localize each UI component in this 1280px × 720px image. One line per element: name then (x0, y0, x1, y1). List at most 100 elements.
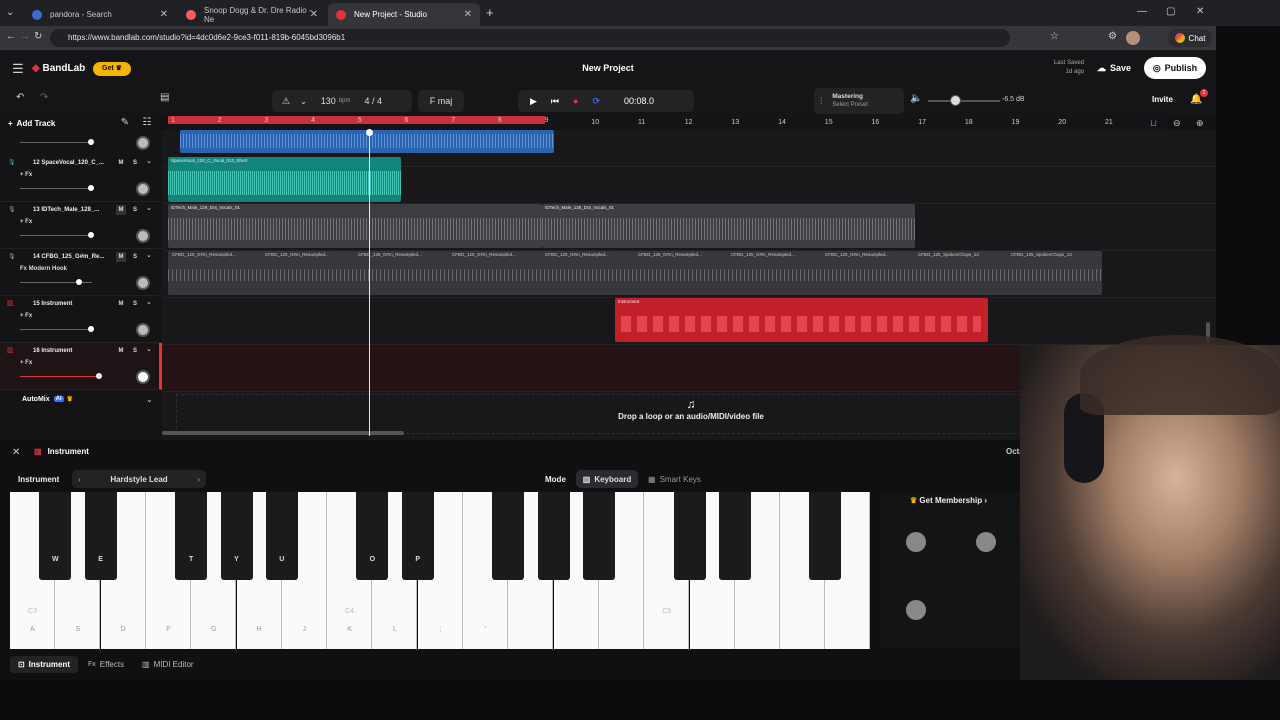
pan-knob[interactable] (136, 276, 150, 290)
tab-pandora[interactable]: pandora - Search ✕ (24, 3, 176, 26)
get-button[interactable]: Get ♛ (93, 62, 131, 76)
bookmark-star-icon[interactable]: ☆ (1050, 31, 1059, 42)
keyboard-mode-button[interactable]: ▥ Keyboard (576, 470, 638, 488)
piano-black-key[interactable]: O (356, 492, 389, 580)
close-tab-icon[interactable]: ✕ (464, 9, 472, 20)
solo-button[interactable]: S (130, 346, 140, 356)
tab-studio[interactable]: New Project - Studio ✕ (328, 3, 480, 26)
close-tab-icon[interactable]: ✕ (160, 9, 168, 20)
playhead[interactable] (369, 130, 370, 436)
add-track-button[interactable]: + Add Track (8, 116, 106, 130)
solo-button[interactable]: S (130, 252, 140, 262)
pan-knob[interactable] (136, 229, 150, 243)
back-icon[interactable]: ← (6, 31, 16, 42)
piano-black-key[interactable] (718, 492, 751, 580)
midi-clip[interactable]: Instrument (615, 298, 988, 342)
track-name[interactable]: 13 IDTech_Male_128_... (33, 207, 99, 213)
slider-thumb[interactable] (88, 232, 94, 238)
record-icon[interactable]: ● (573, 96, 578, 106)
zoom-out-icon[interactable]: ⊖ (1173, 118, 1181, 129)
chevron-right-icon[interactable]: › (197, 475, 200, 484)
piano-black-key[interactable] (809, 492, 842, 580)
piano-black-key[interactable]: E (84, 492, 117, 580)
automix-row[interactable]: AutoMix AI ♛ (22, 395, 73, 404)
close-window-icon[interactable]: ✕ (1196, 6, 1204, 17)
synth-knob[interactable] (976, 532, 996, 552)
chat-button[interactable]: Chat (1168, 29, 1212, 47)
new-tab-icon[interactable]: + (486, 5, 494, 20)
chevron-down-icon[interactable]: ⌄ (146, 345, 152, 353)
invite-button[interactable]: Invite (1152, 95, 1173, 104)
fx-button[interactable]: + Fx (20, 313, 32, 319)
redo-icon[interactable]: ↷ (40, 92, 48, 103)
publish-button[interactable]: ◎ Publish (1144, 57, 1206, 79)
get-membership-link[interactable]: ♛ Get Membership › (910, 496, 987, 505)
horizontal-scrollbar[interactable] (162, 431, 404, 435)
fx-button[interactable]: Fx Modern Hook (20, 266, 67, 272)
track-name[interactable]: 14 CFBG_125_G#m_Re... (33, 254, 104, 260)
loop-region[interactable] (168, 116, 545, 124)
tab-snoop[interactable]: Snoop Dogg & Dr. Dre Radio - Ne ✕ (178, 3, 326, 26)
track-name[interactable]: 15 Instrument (33, 301, 72, 307)
piano-black-key[interactable] (673, 492, 706, 580)
fx-button[interactable]: + Fx (20, 219, 32, 225)
solo-button[interactable]: S (130, 205, 140, 215)
tab-instrument[interactable]: ⊡ Instrument (10, 656, 78, 673)
piano-black-key[interactable] (492, 492, 525, 580)
bandlab-logo[interactable]: ◆ BandLab (32, 63, 85, 74)
zoom-in-icon[interactable]: ⊕ (1196, 118, 1204, 129)
mute-button[interactable]: M (116, 299, 126, 309)
pan-knob[interactable] (136, 370, 150, 384)
track-row-16[interactable]: ▥ 16 Instrument + Fx M S ⌄ (0, 343, 162, 390)
piano-black-key[interactable]: T (175, 492, 208, 580)
volume-slider[interactable] (20, 235, 92, 236)
chevron-down-icon[interactable]: ⌄ (146, 251, 152, 259)
metronome-icon[interactable]: ⚠ (282, 96, 290, 107)
solo-button[interactable]: S (130, 158, 140, 168)
piano-black-key[interactable]: Y (220, 492, 253, 580)
reload-icon[interactable]: ↻ (34, 31, 42, 42)
fx-button[interactable]: + Fx (20, 360, 32, 366)
audio-clip[interactable]: IDTech_Male_128_Dot_Vocals_01 (168, 204, 542, 248)
track-slider[interactable] (20, 142, 92, 143)
tab-effects[interactable]: Fx Effects (88, 656, 124, 673)
mute-button[interactable]: M (116, 158, 126, 168)
timeline-ruler[interactable]: 1 2 3 4 5 6 7 8 9 10 11 12 13 14 15 16 17 18 19 20 21 (168, 116, 1168, 130)
playhead-marker[interactable] (366, 129, 373, 136)
url-field[interactable]: https://www.bandlab.com/studio?id=4dc0d6… (50, 29, 1010, 47)
snap-icon[interactable]: ⊔ (1150, 118, 1157, 129)
audio-clip[interactable] (168, 251, 1102, 295)
pan-knob[interactable] (136, 323, 150, 337)
audio-clip[interactable]: SpaceVocal_120_C_Vocal_012_Short (168, 157, 401, 202)
speaker-icon[interactable]: 🔈 (910, 93, 922, 104)
undo-icon[interactable]: ↶ (16, 92, 24, 103)
piano-black-key[interactable]: W (39, 492, 72, 580)
piano-black-key[interactable]: P (401, 492, 434, 580)
tab-list-icon[interactable]: ⌄ (6, 7, 14, 18)
project-title[interactable]: New Project (560, 63, 656, 73)
save-button[interactable]: ☁ Save (1090, 58, 1138, 78)
smart-keys-button[interactable]: ▦ Smart Keys (648, 475, 701, 484)
chevron-down-icon[interactable]: ⌄ (300, 97, 307, 106)
maximize-icon[interactable]: ▢ (1166, 6, 1175, 17)
piano-black-key[interactable] (537, 492, 570, 580)
chevron-down-icon[interactable]: ⌄ (146, 157, 152, 165)
mute-button[interactable]: M (116, 205, 126, 215)
mute-button[interactable]: M (116, 346, 126, 356)
synth-knob[interactable] (906, 600, 926, 620)
menu-icon[interactable]: ☰ (12, 61, 24, 77)
library-icon[interactable]: ▤ (160, 92, 169, 103)
piano-black-key[interactable] (582, 492, 615, 580)
chevron-down-icon[interactable]: ⌄ (146, 204, 152, 212)
tab-midi-editor[interactable]: ▥ MIDI Editor (142, 656, 194, 673)
forward-icon[interactable]: → (20, 31, 30, 42)
solo-button[interactable]: S (130, 299, 140, 309)
close-tab-icon[interactable]: ✕ (310, 9, 318, 20)
extensions-icon[interactable]: ⚙ (1108, 31, 1117, 42)
loop-icon[interactable]: ⟳ (592, 96, 600, 107)
preset-selector[interactable]: ‹ Hardstyle Lead › (72, 470, 206, 488)
pan-knob[interactable] (136, 136, 150, 150)
slider-thumb[interactable] (88, 185, 94, 191)
key-button[interactable]: F maj (418, 90, 464, 112)
track-settings-icon[interactable]: ☷ (140, 117, 154, 128)
